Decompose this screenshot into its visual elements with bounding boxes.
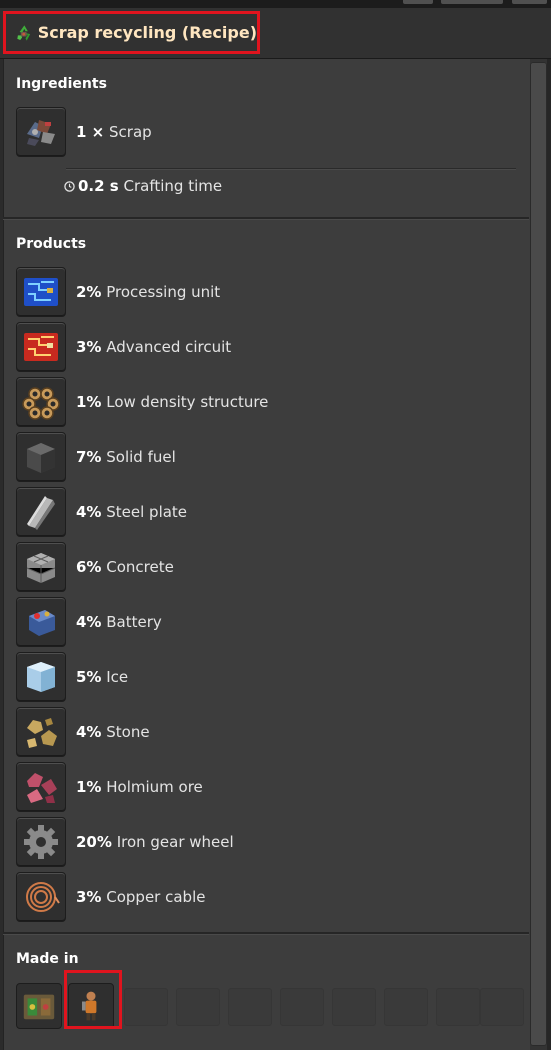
product-amount: 1% xyxy=(76,393,102,411)
product-amount: 2% xyxy=(76,283,102,301)
product-amount: 4% xyxy=(76,723,102,741)
product-slot[interactable] xyxy=(16,597,66,647)
product-amount: 20% xyxy=(76,833,112,851)
product-name: Ice xyxy=(106,668,129,686)
product-name: Holmium ore xyxy=(106,778,203,796)
product-row: 5% Ice xyxy=(76,668,128,686)
machine-slot[interactable] xyxy=(16,983,62,1029)
empty-slot xyxy=(280,988,324,1026)
steel-plate-icon xyxy=(27,496,55,530)
empty-slot xyxy=(332,988,376,1026)
product-slot[interactable] xyxy=(16,707,66,757)
crafting-time-label: Crafting time xyxy=(123,177,223,195)
ingredient-slot[interactable] xyxy=(16,107,66,157)
product-slot[interactable] xyxy=(16,267,66,317)
product-slot[interactable] xyxy=(16,817,66,867)
product-name: Processing unit xyxy=(106,283,221,301)
product-amount: 3% xyxy=(76,888,102,906)
empty-slot xyxy=(228,988,272,1026)
product-name: Low density structure xyxy=(106,393,269,411)
section-divider xyxy=(3,217,529,220)
product-amount: 4% xyxy=(76,613,102,631)
empty-slot xyxy=(384,988,428,1026)
product-name: Stone xyxy=(106,723,150,741)
clock-icon xyxy=(64,180,75,192)
product-row: 3% Copper cable xyxy=(76,888,205,906)
title-bar: Scrap recycling (Recipe) xyxy=(0,8,551,59)
top-button[interactable] xyxy=(403,0,433,4)
product-row: 4% Battery xyxy=(76,613,162,631)
product-name: Concrete xyxy=(106,558,174,576)
top-strip xyxy=(0,0,551,8)
empty-slot xyxy=(480,988,524,1026)
product-slot[interactable] xyxy=(16,322,66,372)
low-density-structure-icon xyxy=(22,387,60,420)
stone-icon xyxy=(27,718,57,748)
top-button[interactable] xyxy=(441,0,503,4)
empty-slot xyxy=(176,988,220,1026)
divider xyxy=(66,168,516,170)
product-slot[interactable] xyxy=(16,487,66,537)
scrollbar-thumb[interactable] xyxy=(530,62,547,1046)
crafting-time: 0.2 s Crafting time xyxy=(64,177,222,195)
product-slot[interactable] xyxy=(16,377,66,427)
processing-unit-icon xyxy=(24,278,58,306)
product-name: Battery xyxy=(106,613,162,631)
product-amount: 5% xyxy=(76,668,102,686)
copper-cable-icon xyxy=(26,882,60,912)
recycling-icon xyxy=(17,24,31,41)
frame-edge xyxy=(547,59,551,1050)
selected-machine-highlight xyxy=(64,970,122,1029)
product-amount: 4% xyxy=(76,503,102,521)
product-slot[interactable] xyxy=(16,542,66,592)
crafting-time-value: 0.2 s xyxy=(78,177,119,195)
product-row: 20% Iron gear wheel xyxy=(76,833,234,851)
ice-icon xyxy=(27,662,55,692)
product-name: Solid fuel xyxy=(106,448,176,466)
product-row: 1% Holmium ore xyxy=(76,778,203,796)
solid-fuel-icon xyxy=(27,443,55,473)
advanced-circuit-icon xyxy=(24,333,58,361)
battery-icon xyxy=(29,610,55,636)
recycler-icon xyxy=(23,994,55,1020)
product-row: 4% Steel plate xyxy=(76,503,187,521)
ingredient-name: Scrap xyxy=(109,123,152,141)
product-name: Copper cable xyxy=(106,888,206,906)
product-amount: 7% xyxy=(76,448,102,466)
product-name: Iron gear wheel xyxy=(116,833,234,851)
product-row: 4% Stone xyxy=(76,723,150,741)
product-slot[interactable] xyxy=(16,432,66,482)
product-name: Steel plate xyxy=(106,503,188,521)
top-button[interactable] xyxy=(512,0,547,4)
product-row: 3% Advanced circuit xyxy=(76,338,231,356)
product-amount: 3% xyxy=(76,338,102,356)
product-amount: 1% xyxy=(76,778,102,796)
iron-gear-wheel-icon xyxy=(24,825,58,859)
ingredient-amount: 1 × xyxy=(76,123,105,141)
empty-slot xyxy=(436,988,480,1026)
ingredient-row: 1 × Scrap xyxy=(76,123,152,141)
product-slot[interactable] xyxy=(16,872,66,922)
title-highlight: Scrap recycling (Recipe) xyxy=(3,11,260,54)
ingredients-heading: Ingredients xyxy=(16,76,107,92)
product-name: Advanced circuit xyxy=(106,338,232,356)
product-slot[interactable] xyxy=(16,652,66,702)
products-heading: Products xyxy=(16,236,87,252)
product-amount: 6% xyxy=(76,558,102,576)
empty-slot xyxy=(124,988,168,1026)
section-divider xyxy=(3,932,529,935)
product-row: 7% Solid fuel xyxy=(76,448,176,466)
product-row: 6% Concrete xyxy=(76,558,174,576)
concrete-icon xyxy=(26,553,56,583)
product-row: 2% Processing unit xyxy=(76,283,220,301)
holmium-ore-icon xyxy=(27,773,57,803)
made-in-heading: Made in xyxy=(16,951,79,967)
product-row: 1% Low density structure xyxy=(76,393,268,411)
scrap-icon xyxy=(27,120,55,146)
window-title: Scrap recycling (Recipe) xyxy=(37,23,257,42)
product-slot[interactable] xyxy=(16,762,66,812)
